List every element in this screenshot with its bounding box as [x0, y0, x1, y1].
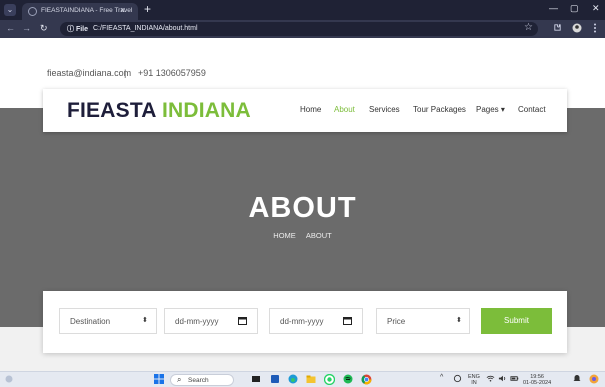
- nav-tour-packages[interactable]: Tour Packages: [413, 105, 466, 114]
- address-bar[interactable]: ⓘ File C:/FIEASTA_INDIANA/about.html ☆: [60, 22, 538, 36]
- nav-home[interactable]: Home: [300, 105, 321, 114]
- minimize-button[interactable]: —: [549, 3, 558, 13]
- browser-menu-icon[interactable]: [593, 23, 597, 35]
- contact-email[interactable]: fieasta@indiana.com: [47, 68, 131, 78]
- destination-select-value: Destination: [70, 317, 111, 326]
- language-indicator[interactable]: ENG IN: [468, 374, 480, 386]
- tab-title: FIEASTAINDIANA - Free Travel: [41, 7, 133, 14]
- search-icon: ⌕: [177, 375, 182, 384]
- submit-button[interactable]: Submit: [481, 308, 552, 334]
- calendar-icon[interactable]: [343, 316, 352, 327]
- start-date-input[interactable]: dd-mm-yyyy: [164, 308, 258, 334]
- tab-search-menu-button[interactable]: ⌄: [4, 4, 16, 16]
- select-arrows-icon: ⬍: [142, 317, 148, 324]
- calendar-icon[interactable]: [238, 316, 247, 327]
- tab-favicon-icon: [28, 7, 37, 16]
- windows-taskbar: ⌕ Search ^ ENG IN 19:56 01-05-2024: [0, 371, 605, 387]
- brand-logo[interactable]: FIEASTA INDIANA: [67, 99, 251, 123]
- end-date-placeholder: dd-mm-yyyy: [280, 317, 324, 326]
- wifi-icon[interactable]: [486, 374, 495, 385]
- widgets-icon[interactable]: [270, 374, 280, 386]
- copilot-icon[interactable]: [589, 374, 599, 386]
- brand-name-part2: INDIANA: [161, 99, 251, 122]
- browser-tab[interactable]: FIEASTAINDIANA - Free Travel ×: [22, 3, 138, 20]
- select-arrows-icon: ⬍: [456, 317, 462, 324]
- whatsapp-icon[interactable]: [323, 373, 336, 387]
- extensions-icon[interactable]: [553, 23, 562, 34]
- start-date-placeholder: dd-mm-yyyy: [175, 317, 219, 326]
- edge-browser-icon[interactable]: [288, 374, 298, 386]
- end-date-input[interactable]: dd-mm-yyyy: [269, 308, 363, 334]
- browser-tab-strip: ⌄ FIEASTAINDIANA - Free Travel × + — ▢ ✕: [0, 0, 605, 20]
- file-explorer-icon[interactable]: [306, 374, 316, 386]
- contact-separator: |: [124, 68, 127, 78]
- page-title: ABOUT: [248, 192, 357, 224]
- window-close-button[interactable]: ✕: [592, 3, 600, 14]
- new-tab-button[interactable]: +: [144, 2, 151, 16]
- site-info-chip[interactable]: ⓘ File: [67, 24, 88, 34]
- destination-select[interactable]: Destination ⬍: [59, 308, 157, 334]
- booking-form: Destination ⬍ dd-mm-yyyy dd-mm-yyyy Pric…: [43, 291, 567, 353]
- breadcrumb-current: ABOUT: [305, 231, 332, 240]
- reload-button[interactable]: ↻: [40, 23, 48, 34]
- forward-button[interactable]: →: [22, 23, 31, 33]
- notification-bell-icon[interactable]: [573, 374, 581, 385]
- battery-icon[interactable]: [510, 374, 519, 385]
- taskbar-search-label: Search: [188, 377, 209, 384]
- maximize-button[interactable]: ▢: [570, 3, 579, 14]
- weather-widget-icon[interactable]: [4, 374, 14, 386]
- tray-chevron-icon[interactable]: ^: [440, 374, 443, 381]
- nav-services[interactable]: Services: [369, 105, 400, 114]
- nav-about[interactable]: About: [334, 105, 355, 114]
- price-select-value: Price: [387, 317, 406, 326]
- nav-pages-dropdown[interactable]: Pages ▾: [476, 105, 505, 114]
- breadcrumb-home[interactable]: HOME: [273, 231, 296, 240]
- breadcrumb: HOME ABOUT: [0, 231, 605, 240]
- clock-date: 01-05-2024: [523, 380, 552, 386]
- volume-icon[interactable]: [498, 374, 507, 385]
- cloud-sync-icon[interactable]: [453, 374, 462, 385]
- profile-avatar-icon[interactable]: [572, 23, 582, 35]
- url-text[interactable]: C:/FIEASTA_INDIANA/about.html: [93, 25, 198, 32]
- clock[interactable]: 19:56 01-05-2024: [523, 374, 551, 386]
- chrome-icon[interactable]: [361, 374, 372, 387]
- bookmark-star-icon[interactable]: ☆: [524, 22, 533, 33]
- nav-contact[interactable]: Contact: [518, 105, 546, 114]
- spotify-icon[interactable]: [343, 374, 353, 386]
- start-button-icon[interactable]: [154, 374, 164, 386]
- back-button[interactable]: ←: [6, 23, 15, 33]
- tab-close-button[interactable]: ×: [120, 5, 125, 15]
- price-select[interactable]: Price ⬍: [376, 308, 470, 334]
- contact-phone[interactable]: +91 1306057959: [138, 68, 206, 78]
- taskbar-search-box[interactable]: ⌕ Search: [170, 374, 234, 386]
- language-line2: IN: [471, 380, 477, 386]
- task-view-icon[interactable]: [251, 374, 261, 386]
- main-navbar: FIEASTA INDIANA Home About Services Tour…: [43, 89, 567, 132]
- browser-toolbar: ← → ↻ ⓘ File C:/FIEASTA_INDIANA/about.ht…: [0, 20, 605, 38]
- brand-name-part1: FIEASTA: [67, 99, 156, 122]
